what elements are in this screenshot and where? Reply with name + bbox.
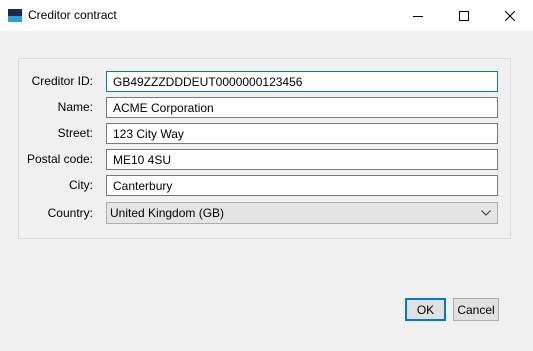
name-label: Name: [57, 100, 93, 114]
maximize-button[interactable] [441, 0, 487, 31]
maximize-icon [459, 10, 469, 21]
name-field[interactable] [106, 97, 498, 118]
creditor-id-field[interactable] [106, 71, 498, 92]
country-label: Country: [47, 206, 93, 220]
street-field[interactable] [106, 123, 498, 144]
close-button[interactable] [487, 0, 533, 31]
street-label: Street: [57, 126, 93, 140]
postal-code-label: Postal code: [26, 152, 93, 166]
city-field[interactable] [106, 175, 498, 196]
close-icon [505, 10, 515, 21]
title-bar[interactable]: Creditor contract [0, 0, 533, 31]
city-label: City: [69, 178, 93, 192]
creditor-id-label: Creditor ID: [31, 74, 93, 88]
app-icon [8, 9, 22, 22]
country-selected-value: United Kingdom (GB) [110, 206, 225, 220]
window-title: Creditor contract [28, 8, 117, 22]
minimize-icon [413, 15, 423, 17]
ok-button[interactable]: OK [405, 298, 446, 321]
postal-code-field[interactable] [106, 149, 498, 170]
cancel-button[interactable]: Cancel [453, 298, 499, 321]
minimize-button[interactable] [395, 0, 441, 31]
country-select[interactable]: United Kingdom (GB) [106, 202, 498, 224]
chevron-down-icon [481, 210, 491, 216]
